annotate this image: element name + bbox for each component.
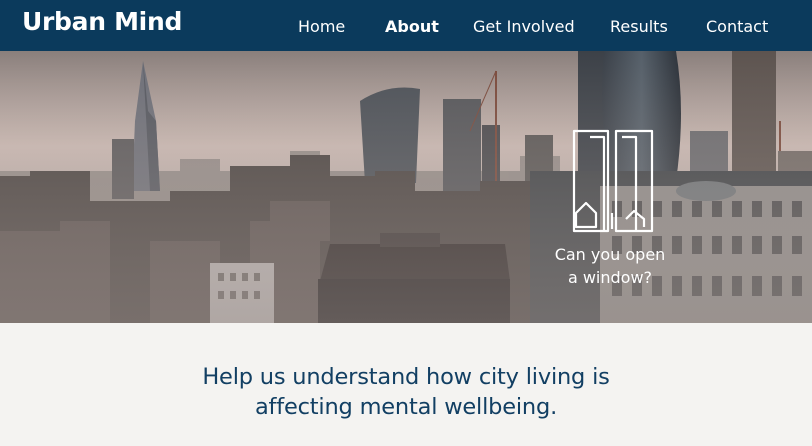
nav-item-get-involved[interactable]: Get Involved bbox=[473, 17, 575, 36]
hero-overlay-line1: Can you open bbox=[554, 245, 666, 264]
hero-overlay-line2: a window? bbox=[567, 268, 653, 287]
nav-item-home[interactable]: Home bbox=[298, 17, 345, 36]
nav-item-results[interactable]: Results bbox=[610, 17, 668, 36]
nav-item-about[interactable]: About bbox=[385, 17, 439, 36]
city-skyline-photo bbox=[0, 51, 812, 323]
page-tagline: Help us understand how city living is af… bbox=[0, 362, 812, 422]
tagline-line1: Help us understand how city living is bbox=[202, 364, 610, 390]
main-nav: Home About Get Involved Results Contact bbox=[0, 0, 812, 51]
hero-banner: Can you open a window? bbox=[0, 51, 812, 323]
hero-overlay-text: Can you open a window? bbox=[530, 243, 690, 289]
tagline-line2: affecting mental wellbeing. bbox=[254, 394, 558, 420]
nav-item-contact[interactable]: Contact bbox=[706, 17, 768, 36]
top-navigation-bar: Urban Mind Home About Get Involved Resul… bbox=[0, 0, 812, 51]
window-buildings-icon bbox=[572, 129, 654, 233]
